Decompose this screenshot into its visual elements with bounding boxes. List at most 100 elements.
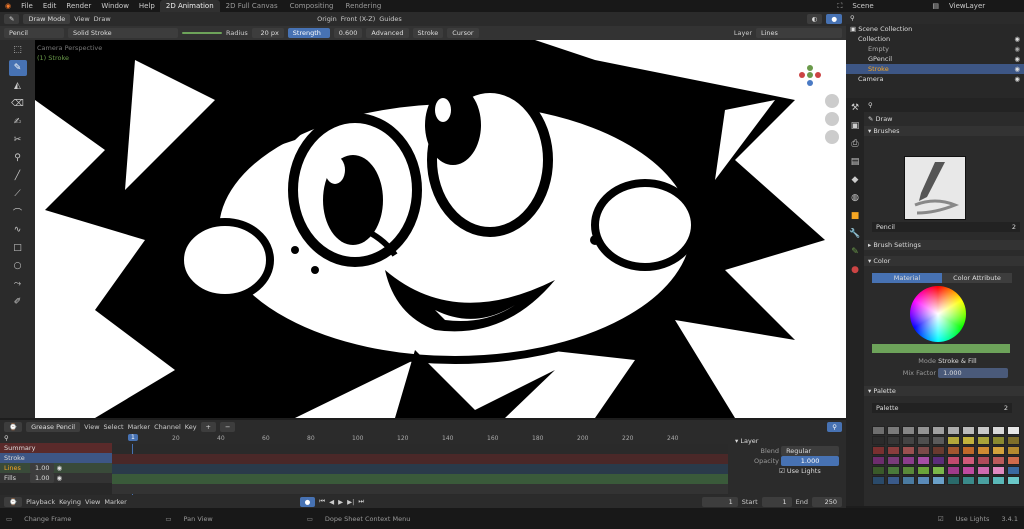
radius-field[interactable]: 20 px: [251, 28, 284, 38]
palette-swatch[interactable]: [887, 456, 900, 465]
visibility-eye-icon[interactable]: ◉: [54, 464, 63, 472]
dopesheet-menu-marker[interactable]: Marker: [128, 423, 150, 431]
color-panel-header[interactable]: ▾ Color: [864, 256, 1024, 266]
tool-tab-icon[interactable]: ⚒: [848, 100, 862, 116]
palette-swatch[interactable]: [947, 436, 960, 445]
mix-factor-field[interactable]: 1.000: [938, 368, 1008, 378]
navigation-gizmo[interactable]: [797, 62, 823, 88]
palette-swatch[interactable]: [962, 456, 975, 465]
strength-field[interactable]: 0.600: [333, 28, 363, 38]
stroke-dropdown[interactable]: Stroke: [412, 28, 444, 38]
dopesheet-mode-selector[interactable]: Grease Pencil: [26, 421, 81, 432]
outliner-item-camera[interactable]: Camera ◉: [846, 74, 1024, 84]
visibility-eye-icon[interactable]: ◉: [1014, 55, 1020, 63]
blender-logo-icon[interactable]: ◉: [0, 2, 16, 10]
palette-panel-header[interactable]: ▾ Palette: [864, 386, 1024, 396]
palette-swatch[interactable]: [977, 466, 990, 475]
menu-draw[interactable]: Draw: [94, 15, 111, 23]
interpolate-tool-icon[interactable]: ⤳: [9, 276, 27, 292]
palette-swatch[interactable]: [1007, 426, 1020, 435]
palette-swatch[interactable]: [872, 426, 885, 435]
render-tab-icon[interactable]: ▣: [848, 118, 862, 134]
palette-use-lights-checkbox[interactable]: ☑: [938, 515, 944, 523]
advanced-dropdown[interactable]: Advanced: [366, 28, 409, 38]
brush-color-swatch[interactable]: [182, 32, 222, 34]
palette-swatch[interactable]: [947, 446, 960, 455]
outliner-item-collection[interactable]: Collection ◉: [846, 34, 1024, 44]
palette-swatch[interactable]: [917, 466, 930, 475]
select-box-icon[interactable]: ⬚: [9, 42, 27, 58]
palette-swatch[interactable]: [1007, 456, 1020, 465]
palette-swatch[interactable]: [977, 456, 990, 465]
color-wheel[interactable]: [910, 286, 966, 342]
timeline-marker-menu[interactable]: Marker: [104, 498, 126, 506]
tab-material[interactable]: Material: [872, 273, 942, 283]
outliner-filter-icon[interactable]: ⚲: [850, 14, 855, 22]
axis-gizmo-icon[interactable]: [797, 62, 823, 88]
palette-swatch[interactable]: [917, 436, 930, 445]
palette-selector[interactable]: Palette 2: [872, 403, 1012, 413]
palette-swatch[interactable]: [962, 436, 975, 445]
material-tab-icon[interactable]: ●: [848, 262, 862, 278]
brush-settings-header[interactable]: ▸ Brush Settings: [864, 240, 1024, 250]
dopesheet-timeline-grid[interactable]: 20 40 60 80 100 120 140 160 180 200 220 240 1: [112, 433, 728, 495]
record-icon[interactable]: ●: [299, 496, 316, 507]
menu-window[interactable]: Window: [96, 2, 134, 10]
workspace-tab-rendering[interactable]: Rendering: [340, 0, 388, 12]
dopesheet-menu-view[interactable]: View: [84, 423, 99, 431]
palette-swatch[interactable]: [947, 456, 960, 465]
palette-swatch[interactable]: [932, 456, 945, 465]
overlay-icon[interactable]: ◐: [806, 14, 823, 24]
menu-file[interactable]: File: [16, 2, 38, 10]
next-key-icon[interactable]: ▶|: [347, 498, 354, 506]
palette-swatch[interactable]: [902, 466, 915, 475]
dopesheet-menu-select[interactable]: Select: [104, 423, 124, 431]
properties-search[interactable]: ⚲: [864, 98, 1024, 112]
arc-tool-icon[interactable]: ⌒: [9, 204, 27, 220]
visibility-eye-icon[interactable]: ◉: [54, 474, 63, 482]
filter-icon[interactable]: ⚲: [827, 421, 842, 432]
timeline-view-menu[interactable]: View: [85, 498, 100, 506]
origin-selector[interactable]: Origin: [317, 15, 337, 23]
strength-label[interactable]: Strength: [287, 28, 330, 38]
circle-tool-icon[interactable]: ○: [9, 258, 27, 274]
keying-menu[interactable]: Keying: [59, 498, 81, 506]
tab-color-attribute[interactable]: Color Attribute: [942, 273, 1012, 283]
menu-help[interactable]: Help: [134, 2, 160, 10]
palette-swatch[interactable]: [977, 426, 990, 435]
camera-view-icon[interactable]: [825, 130, 839, 144]
layer-opacity-field[interactable]: 1.00: [30, 473, 55, 483]
palette-swatch[interactable]: [947, 426, 960, 435]
palette-swatch[interactable]: [872, 456, 885, 465]
front-view-selector[interactable]: Front (X-Z): [341, 15, 376, 23]
world-tab-icon[interactable]: ◍: [848, 190, 862, 206]
menu-render[interactable]: Render: [61, 2, 96, 10]
palette-swatch[interactable]: [992, 476, 1005, 485]
palette-swatch[interactable]: [932, 466, 945, 475]
object-tab-icon[interactable]: ■: [848, 208, 862, 224]
view-layer-selector[interactable]: ViewLayer: [944, 2, 1024, 10]
box-tool-icon[interactable]: □: [9, 240, 27, 256]
line-tool-icon[interactable]: ╱: [9, 168, 27, 184]
mode-value[interactable]: Stroke & Fill: [938, 357, 977, 365]
start-frame-field[interactable]: 1: [761, 496, 792, 507]
layer-opacity-field[interactable]: 1.00: [30, 463, 55, 473]
zoom-icon[interactable]: [825, 94, 839, 108]
annotate-tool-icon[interactable]: ✐: [9, 294, 27, 310]
palette-swatch[interactable]: [962, 476, 975, 485]
menu-edit[interactable]: Edit: [38, 2, 62, 10]
add-layer-icon[interactable]: +: [200, 421, 216, 432]
palette-swatch-grid[interactable]: [872, 426, 1020, 485]
color-value-bar[interactable]: [872, 344, 1010, 353]
palette-swatch[interactable]: [962, 446, 975, 455]
palette-swatch[interactable]: [917, 456, 930, 465]
visibility-eye-icon[interactable]: ◉: [1014, 65, 1020, 73]
palette-swatch[interactable]: [887, 426, 900, 435]
cutter-tool-icon[interactable]: ✂: [9, 132, 27, 148]
stroke-type-selector[interactable]: Solid Stroke: [68, 28, 178, 38]
palette-swatch[interactable]: [947, 466, 960, 475]
palette-swatch[interactable]: [902, 446, 915, 455]
palette-swatch[interactable]: [947, 476, 960, 485]
palette-swatch[interactable]: [902, 456, 915, 465]
palette-swatch[interactable]: [992, 456, 1005, 465]
